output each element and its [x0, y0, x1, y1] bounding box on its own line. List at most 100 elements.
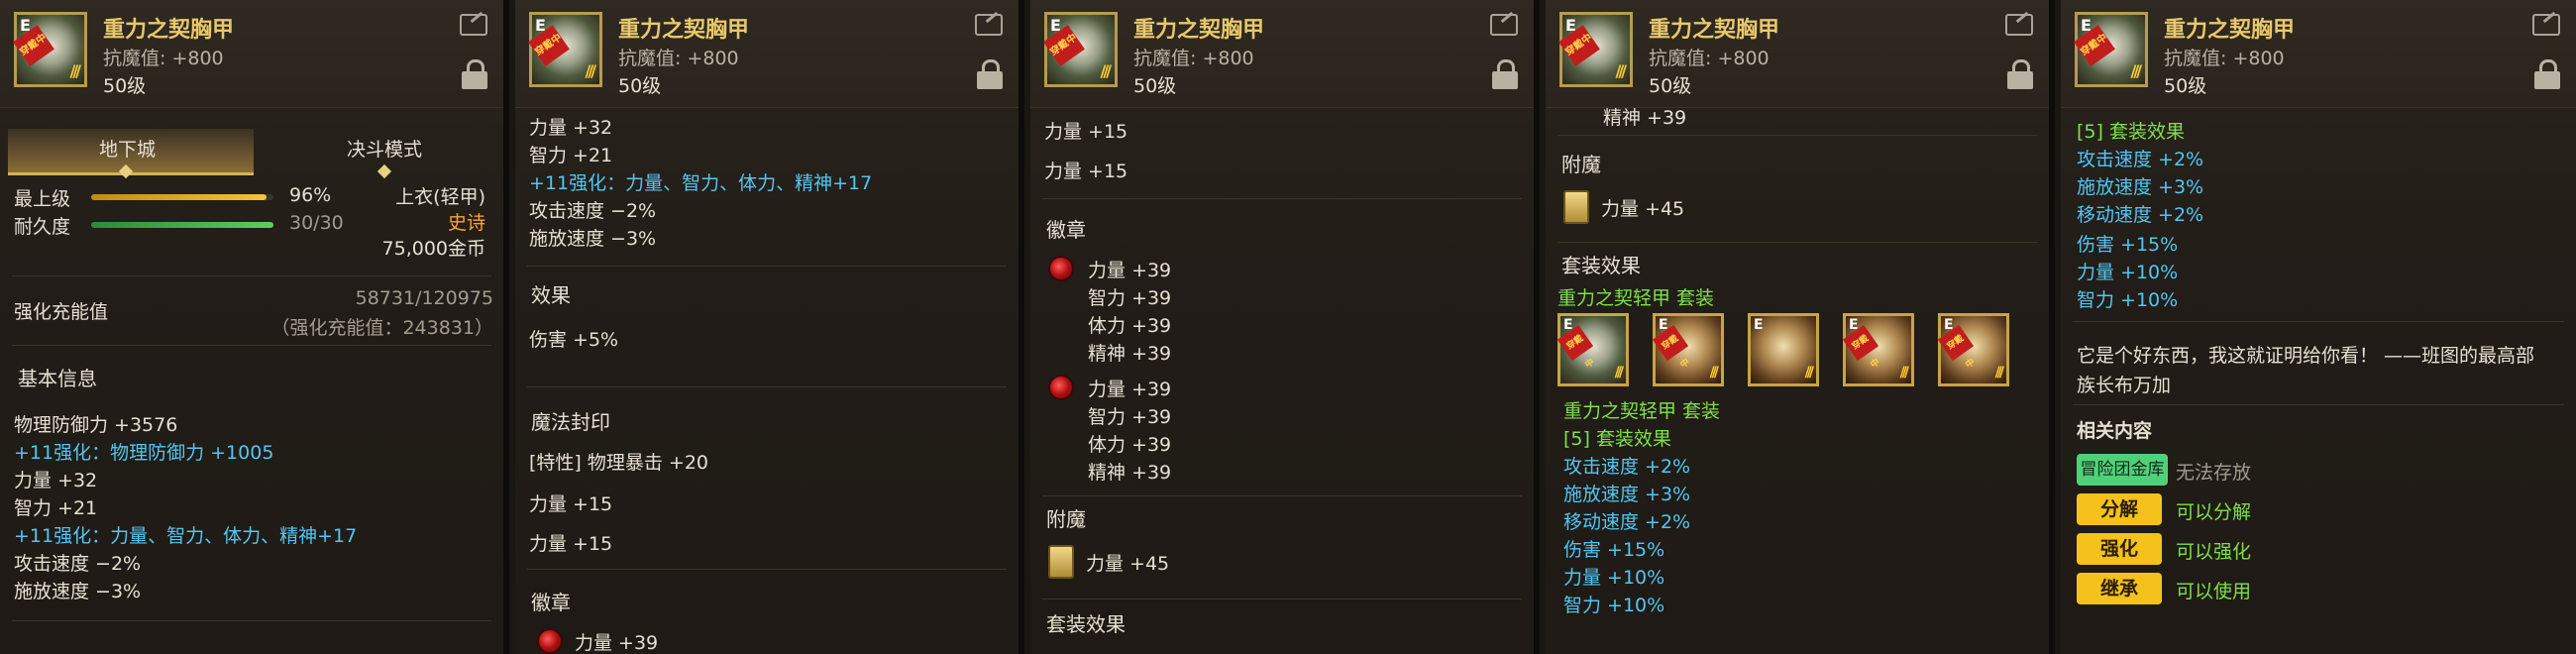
stat-phys-def: 物理防御力 +3576: [14, 414, 178, 436]
divider: [527, 266, 1007, 267]
basic-info-header: 基本信息: [18, 367, 97, 390]
lock-icon[interactable]: [462, 59, 487, 89]
chest-armor-icon[interactable]: E 穿戴中 ///: [1043, 12, 1118, 87]
emblem-1-str: 力量 +39: [1088, 260, 1172, 281]
chest-armor-icon[interactable]: E 穿戴中 ///: [528, 12, 602, 87]
stat-plus11-stats: +11强化：力量、智力、体力、精神+17: [529, 172, 873, 194]
item-level: 50级: [103, 75, 147, 97]
disassemble-status: 可以分解: [2176, 501, 2252, 523]
set-name: 重力之契轻甲 套装: [1557, 287, 1715, 309]
divider: [527, 386, 1007, 387]
lock-icon[interactable]: [977, 59, 1003, 89]
grade-badge: E: [1754, 317, 1764, 333]
stat-atk-speed: 攻击速度 −2%: [14, 553, 142, 575]
inherit-button[interactable]: 继承: [2077, 573, 2162, 604]
seal-str-1: 力量 +15: [529, 493, 613, 515]
tab-duel[interactable]: 决斗模式: [347, 135, 422, 162]
set-item-belt-icon[interactable]: E 穿戴中///: [1842, 313, 1914, 386]
tier-bars-icon: ///: [585, 61, 595, 80]
emblem-1-int: 智力 +39: [1088, 287, 1172, 309]
item-rarity: 史诗: [447, 212, 485, 234]
enchant-card-icon: [1563, 190, 1589, 224]
set-item-shoes-icon[interactable]: E 穿戴中///: [1937, 313, 2009, 386]
set-bonus-2: 施放速度 +3%: [2077, 176, 2204, 198]
chest-armor-icon[interactable]: E 穿戴中 ///: [1558, 12, 1633, 87]
share-icon[interactable]: [1490, 14, 1518, 36]
item-price: 75,000金币: [381, 238, 485, 260]
item-name: 重力之契胸甲: [1649, 18, 1780, 43]
set-effect-header: 套装效果: [1561, 254, 1641, 277]
enhance-charge-sub: （强化充能值：243831）: [270, 317, 493, 339]
divider: [12, 620, 491, 621]
emblem-icon: [1048, 375, 1074, 400]
tooltip-panel-2: E 穿戴中 /// 重力之契胸甲 抗魔值: +800 50级 力量 +32 智力…: [515, 0, 1024, 654]
stat-plus11-stats: +11强化：力量、智力、体力、精神+17: [14, 525, 358, 547]
set-item-chest-icon[interactable]: E 穿戴中///: [1556, 313, 1629, 386]
adventure-bank-button[interactable]: 冒险团金库: [2077, 454, 2168, 486]
chest-armor-icon[interactable]: E 穿戴中 ///: [2074, 12, 2148, 87]
set-bonus-header: [5] 套装效果: [2077, 121, 2185, 143]
item-header: E 穿戴中 /// 重力之契胸甲 抗魔值: +800 50级: [515, 0, 1019, 108]
item-resist: 抗魔值: +800: [618, 48, 739, 69]
item-resist: 抗魔值: +800: [1649, 48, 1770, 69]
seal-str-1: 力量 +15: [1044, 121, 1128, 143]
share-icon[interactable]: [460, 14, 487, 36]
inherit-status: 可以使用: [2176, 581, 2252, 602]
seal-str-2: 力量 +15: [1044, 161, 1128, 182]
share-icon[interactable]: [2532, 14, 2560, 36]
tooltip-panel-1: E 穿戴中 /// 重力之契胸甲 抗魔值: +800 50级 地下城 决斗模式 …: [0, 0, 509, 654]
emblem-icon: [1048, 256, 1074, 281]
disassemble-button[interactable]: 分解: [2077, 493, 2162, 525]
divider: [2073, 321, 2564, 322]
item-header: E 穿戴中 /// 重力之契胸甲 抗魔值: +800 50级: [1546, 0, 2049, 108]
tier-bars-icon: ///: [1709, 365, 1720, 381]
stat-int: 智力 +21: [529, 145, 613, 166]
stat-str: 力量 +32: [14, 470, 98, 491]
set-bonus-1: 攻击速度 +2%: [1563, 456, 1691, 478]
chest-armor-icon[interactable]: E 穿戴中 ///: [13, 12, 87, 87]
emblem-header: 徽章: [1046, 218, 1086, 242]
set-bonus-1: 攻击速度 +2%: [2077, 149, 2204, 170]
item-level: 50级: [1649, 75, 1692, 97]
divider: [1557, 135, 2037, 136]
emblem-2-vit: 体力 +39: [1088, 434, 1172, 456]
enchant-header: 附魔: [1046, 507, 1086, 531]
tooltip-panel-3: E 穿戴中 /// 重力之契胸甲 抗魔值: +800 50级 力量 +15 力量…: [1030, 0, 1540, 654]
set-bonus-5: 力量 +10%: [1563, 567, 1665, 589]
enhance-charge-value: 58731/120975: [355, 287, 493, 309]
emblem-spirit-partial: 精神 +39: [1603, 107, 1687, 129]
stat-cast-speed: 施放速度 −3%: [14, 581, 142, 602]
divider: [1042, 599, 1522, 600]
set-bonus-4: 伤害 +15%: [2077, 234, 2179, 256]
share-icon[interactable]: [2005, 14, 2033, 36]
share-icon[interactable]: [975, 14, 1003, 36]
max-level-bar: [91, 194, 273, 200]
set-bonus-3: 移动速度 +2%: [1563, 511, 1691, 533]
set-bonus-2: 施放速度 +3%: [1563, 484, 1691, 505]
set-bonus-header: [5] 套装效果: [1563, 428, 1671, 450]
lock-icon[interactable]: [2534, 59, 2560, 89]
set-item-shoulder-icon[interactable]: E ///: [1748, 313, 1819, 386]
set-bonus-3: 移动速度 +2%: [2077, 204, 2204, 226]
tier-bars-icon: ///: [1804, 365, 1815, 381]
stat-str: 力量 +32: [529, 117, 613, 139]
enhance-button[interactable]: 强化: [2077, 533, 2162, 565]
item-name: 重力之契胸甲: [1133, 18, 1265, 43]
divider: [527, 569, 1007, 570]
lock-icon[interactable]: [1492, 59, 1518, 89]
tier-bars-icon: ///: [1899, 365, 1910, 381]
set-bonus-6: 智力 +10%: [2077, 289, 2179, 311]
set-item-pants-icon[interactable]: E 穿戴中///: [1652, 313, 1724, 386]
tier-bars-icon: ///: [1994, 365, 2005, 381]
tier-bars-icon: ///: [1614, 365, 1625, 381]
emblem-2-spi: 精神 +39: [1088, 462, 1172, 484]
divider: [12, 345, 491, 346]
tier-bars-icon: ///: [2130, 61, 2141, 80]
max-level-label: 最上级: [14, 188, 71, 210]
stat-cast-speed: 施放速度 −3%: [529, 228, 657, 250]
emblem-2-str: 力量 +39: [1088, 379, 1172, 400]
emblem-header: 徽章: [531, 591, 571, 614]
emblem-1-spi: 精神 +39: [1088, 343, 1172, 365]
set-bonus-5: 力量 +10%: [2077, 262, 2179, 283]
lock-icon[interactable]: [2007, 59, 2033, 89]
